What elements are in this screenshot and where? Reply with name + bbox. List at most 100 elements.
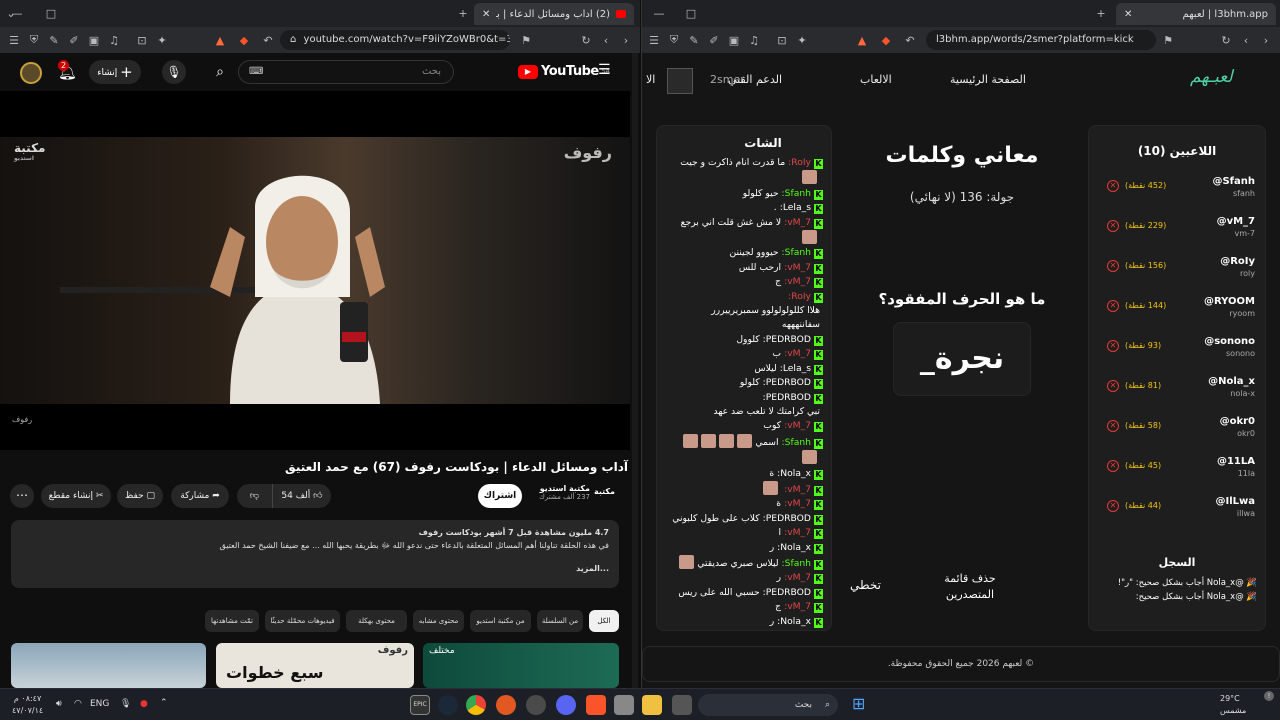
record-icon[interactable]: ● xyxy=(140,699,148,709)
chat-username[interactable]: vM_7: xyxy=(784,572,811,583)
player-name[interactable]: @RoIy xyxy=(1220,256,1255,267)
bookmark-icon[interactable]: ⚑ xyxy=(1158,34,1178,47)
chat-username[interactable]: vM_7: xyxy=(784,484,811,495)
weather-widget[interactable]: 29°C مشمس xyxy=(1220,693,1246,717)
app-icon[interactable] xyxy=(672,695,692,715)
share-button[interactable]: مشاركة ➦ xyxy=(171,484,229,508)
minimize-icon[interactable]: — xyxy=(6,7,28,20)
site-logo[interactable]: لعبـهم xyxy=(1190,67,1233,87)
player-name[interactable]: @okr0 xyxy=(1220,416,1255,427)
chat-username[interactable]: Sfanh: xyxy=(782,437,811,448)
chat-username[interactable]: PEDRBOD: xyxy=(763,513,811,524)
triangle-icon[interactable]: ▲ xyxy=(852,34,872,47)
chat-username[interactable]: Sfanh: xyxy=(782,188,811,199)
music-icon[interactable]: ♫ xyxy=(104,34,124,47)
remove-player-icon[interactable]: ✕ xyxy=(1107,500,1119,512)
chip-series[interactable]: من السلسلة xyxy=(537,610,583,632)
avatar[interactable] xyxy=(20,62,42,84)
player-name[interactable]: @11LA xyxy=(1217,456,1255,467)
forward-icon[interactable]: › xyxy=(1256,34,1276,47)
chat-username[interactable]: PEDRBOD: xyxy=(763,587,811,598)
language-indicator[interactable]: ENG xyxy=(90,699,109,709)
description-more[interactable]: ...المزيد xyxy=(21,562,609,575)
player-name[interactable]: @IlLwa xyxy=(1215,496,1255,507)
shield-icon[interactable]: ⛨ xyxy=(664,33,684,47)
pin-icon[interactable]: ✎ xyxy=(684,34,704,47)
video-player[interactable]: رفوف مكتبة استديو رفوف xyxy=(0,91,630,450)
chat-username[interactable]: vM_7: xyxy=(784,262,811,273)
forward-icon[interactable]: › xyxy=(616,34,636,47)
screenshot-icon[interactable]: ⊡ xyxy=(772,34,792,47)
chat-username[interactable]: vM_7: xyxy=(784,601,811,612)
chat-username[interactable]: RoIy: xyxy=(788,157,811,168)
discord-icon[interactable] xyxy=(556,695,576,715)
new-tab-icon[interactable]: + xyxy=(1090,7,1112,20)
chrome-icon[interactable] xyxy=(466,695,486,715)
delete-leaderboard-button[interactable]: حذف قائمة المتصدرين xyxy=(930,571,1010,603)
recommended-thumbnail[interactable]: رفوف سبع خطوات xyxy=(216,643,414,688)
chat-username[interactable]: vM_7: xyxy=(784,420,811,431)
chat-username[interactable]: Nola_x: xyxy=(777,616,811,627)
music-icon[interactable]: ♫ xyxy=(744,34,764,47)
chat-username[interactable]: PEDRBOD: xyxy=(763,334,811,345)
player-name[interactable]: @vM_7 xyxy=(1217,216,1255,227)
microphone-icon[interactable]: 🎙︎ xyxy=(120,699,131,709)
nav-item-truncated[interactable]: الا xyxy=(646,73,655,86)
chat-username[interactable]: Lela_s: xyxy=(780,202,811,213)
like-button[interactable]: 54 ألف 👍︎ xyxy=(273,484,331,508)
player-name[interactable]: @RYOOM xyxy=(1204,296,1255,307)
taskbar-search[interactable]: بحث ⌕ xyxy=(698,694,838,716)
remove-player-icon[interactable]: ✕ xyxy=(1107,460,1119,472)
subscribe-button[interactable]: اشتراك xyxy=(478,484,522,508)
chat-list[interactable]: KRoIy:ما قدرت انام ذاكرت و جيت KSfanh:حيو… xyxy=(657,156,831,629)
microphone-icon[interactable]: 🎙︎ xyxy=(162,60,186,84)
more-options-icon[interactable]: ⋯ xyxy=(10,484,34,508)
maximize-icon[interactable]: □ xyxy=(680,7,702,20)
chip-related[interactable]: محتوى بهكلة xyxy=(346,610,407,632)
volume-icon[interactable]: 🔊︎ xyxy=(56,699,62,709)
notification-badge-icon[interactable]: ! xyxy=(1264,691,1274,701)
minimize-icon[interactable]: — xyxy=(648,7,670,20)
extensions-icon[interactable]: ✦ xyxy=(792,34,812,47)
tab-youtube[interactable]: ✕ (2) آداب ومسائل الدعاء | بودكاست xyxy=(474,3,634,25)
extensions-icon[interactable]: ✦ xyxy=(152,34,172,47)
chat-username[interactable]: Lela_s: xyxy=(780,363,811,374)
youtube-logo[interactable]: ▶ YouTube SA xyxy=(518,64,610,79)
channel-info[interactable]: مكتبة استديو 237 ألف مشترك xyxy=(530,484,590,501)
chat-username[interactable]: vM_7: xyxy=(784,527,811,538)
triangle-icon[interactable]: ▲ xyxy=(210,34,230,47)
create-button[interactable]: إنشاء + xyxy=(89,60,141,84)
windows-start-icon[interactable]: ⊞ xyxy=(852,694,865,713)
sidebar-menu-icon[interactable]: ☰ xyxy=(4,34,24,47)
chip-all[interactable]: الكل xyxy=(589,610,619,632)
nav-support[interactable]: الدعم الفني xyxy=(728,73,782,86)
chat-username[interactable]: Sfanh: xyxy=(782,558,811,569)
save-button[interactable]: حفظ ▢ xyxy=(117,484,163,508)
screenshot-icon[interactable]: ⊡ xyxy=(132,34,152,47)
pen-icon[interactable]: ✐ xyxy=(704,34,724,47)
pen-icon[interactable]: ✐ xyxy=(64,34,84,47)
reload-icon[interactable]: ↻ xyxy=(1216,34,1236,47)
chip-channel[interactable]: من مكتبة استديو xyxy=(470,610,531,632)
close-tab-icon[interactable]: ✕ xyxy=(1124,9,1132,20)
chat-username[interactable]: RoIy: xyxy=(788,291,811,302)
remove-player-icon[interactable]: ✕ xyxy=(1107,340,1119,352)
address-bar[interactable]: l3bhm.app/words/2smer?platform=kick xyxy=(926,30,1156,50)
description-box[interactable]: 4.7 مليون مشاهدة قبل 7 أشهر بودكاست رفوف… xyxy=(11,520,619,588)
brave-shield-icon[interactable]: ◆ xyxy=(876,34,896,47)
player-name[interactable]: @Sfanh xyxy=(1212,176,1255,187)
app-icon[interactable] xyxy=(614,695,634,715)
chat-username[interactable]: Sfanh: xyxy=(782,247,811,258)
chip-similar[interactable]: محتوى مشابه xyxy=(413,610,464,632)
chat-username[interactable]: vM_7: xyxy=(784,498,811,509)
chat-username[interactable]: vM_7: xyxy=(784,276,811,287)
pin-icon[interactable]: ✎ xyxy=(44,34,64,47)
maximize-icon[interactable]: □ xyxy=(40,7,62,20)
remove-player-icon[interactable]: ✕ xyxy=(1107,180,1119,192)
chip-recent[interactable]: فيديوهات محمّلة حديثًا xyxy=(265,610,340,632)
nav-home[interactable]: الصفحة الرئيسية xyxy=(950,73,1026,86)
chat-username[interactable]: Nola_x: xyxy=(777,542,811,553)
address-bar[interactable]: ⌂ youtube.com/watch?v=F9iiYZoWBr0&t=3... xyxy=(280,30,510,50)
shield-icon[interactable]: ⛨ xyxy=(24,33,44,47)
sidebar-icon[interactable]: ▣ xyxy=(84,34,104,47)
